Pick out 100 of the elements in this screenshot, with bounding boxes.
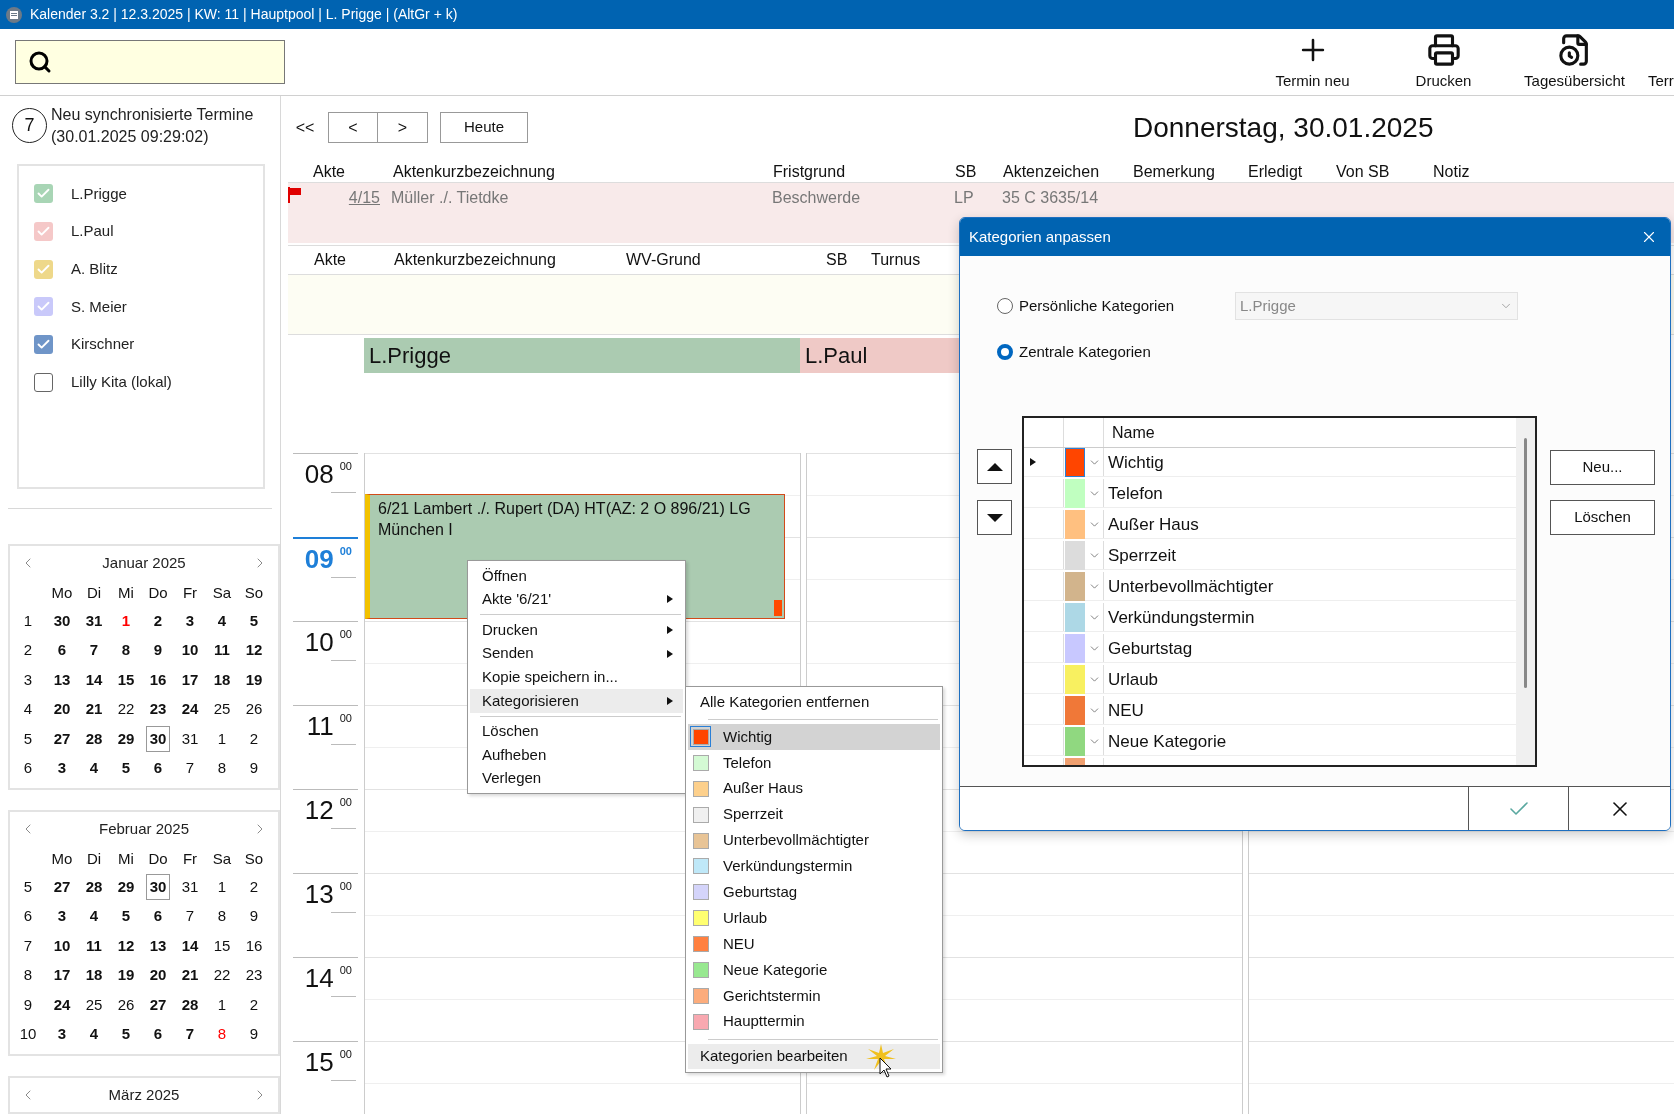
category-menu-item[interactable]: Geburtstag bbox=[688, 879, 940, 906]
toolbar-button[interactable]: Drucken bbox=[1378, 29, 1509, 95]
calendar-day[interactable]: 11 bbox=[210, 637, 234, 664]
color-swatch[interactable] bbox=[1065, 727, 1085, 756]
calendar-day[interactable]: 3 bbox=[53, 903, 71, 930]
search-field[interactable] bbox=[15, 40, 285, 84]
calendar-day[interactable]: 30 bbox=[145, 725, 171, 752]
dialog-button[interactable]: Löschen bbox=[1550, 500, 1655, 535]
calendar-day[interactable]: 23 bbox=[241, 962, 267, 989]
first-page-button[interactable]: << bbox=[288, 112, 322, 143]
file-link[interactable]: 4/15 bbox=[308, 186, 388, 210]
calendar-day[interactable]: 31 bbox=[177, 873, 203, 900]
today-button[interactable]: Heute bbox=[440, 112, 528, 143]
calendar-day[interactable]: 17 bbox=[49, 962, 75, 989]
category-menu-item[interactable]: Urlaub bbox=[688, 905, 940, 932]
calendar-day[interactable]: 29 bbox=[113, 725, 139, 752]
calendar-day[interactable]: 5 bbox=[117, 1021, 135, 1048]
calendar-day[interactable]: 20 bbox=[49, 696, 75, 723]
calendar-day[interactable]: 28 bbox=[81, 873, 107, 900]
calendar-day[interactable]: 15 bbox=[209, 932, 235, 959]
category-name[interactable]: Geburtstag bbox=[1104, 634, 1193, 662]
calendar-day[interactable]: 13 bbox=[49, 666, 75, 693]
calendar-day[interactable]: 22 bbox=[209, 962, 235, 989]
calendar-day[interactable]: 24 bbox=[177, 696, 203, 723]
calendar-day[interactable]: 7 bbox=[181, 755, 199, 782]
calendar-day[interactable]: 18 bbox=[209, 666, 235, 693]
category-name[interactable]: Urlaub bbox=[1104, 665, 1159, 693]
calendar-day[interactable]: 6 bbox=[149, 755, 167, 782]
color-swatch[interactable] bbox=[1065, 479, 1085, 508]
calendar-day[interactable]: 27 bbox=[49, 725, 75, 752]
calendar-day[interactable]: 8 bbox=[117, 637, 135, 664]
calendar-day[interactable]: 29 bbox=[113, 873, 139, 900]
calendar-day[interactable]: 11 bbox=[82, 932, 106, 959]
calendar-day[interactable]: 19 bbox=[241, 666, 267, 693]
category-name[interactable]: Sperrzeit bbox=[1104, 541, 1177, 569]
user-checkbox[interactable] bbox=[34, 297, 53, 317]
category-name[interactable]: Außer Haus bbox=[1104, 510, 1199, 538]
calendar-day[interactable]: 8 bbox=[213, 755, 231, 782]
calendar-day[interactable]: 14 bbox=[81, 666, 107, 693]
previous-button[interactable]: < bbox=[328, 112, 378, 143]
category-name[interactable]: Wichtig bbox=[1104, 448, 1164, 476]
calendar-day[interactable]: 2 bbox=[245, 873, 263, 900]
calendar-day[interactable]: 9 bbox=[149, 637, 167, 664]
menu-item[interactable]: Alle Kategorien entfernen bbox=[688, 690, 940, 715]
category-name[interactable]: Neue Kategorie bbox=[1104, 727, 1227, 755]
category-menu-item[interactable]: Unterbevollmächtigter bbox=[688, 827, 940, 854]
calendar-day[interactable]: 25 bbox=[81, 991, 107, 1018]
color-swatch[interactable] bbox=[1065, 510, 1085, 539]
calendar-day[interactable]: 1 bbox=[213, 873, 231, 900]
category-name[interactable]: Unterbevollmächtigter bbox=[1104, 572, 1274, 600]
calendar-day[interactable]: 26 bbox=[113, 991, 139, 1018]
calendar-day[interactable]: 2 bbox=[245, 991, 263, 1018]
radio-button[interactable] bbox=[997, 298, 1013, 314]
calendar-day[interactable]: 4 bbox=[85, 755, 103, 782]
toolbar-button[interactable]: Termin neu bbox=[1247, 29, 1378, 95]
calendar-day[interactable]: 20 bbox=[145, 962, 171, 989]
category-name[interactable]: Telefon bbox=[1104, 479, 1163, 507]
menu-item[interactable]: Kategorien bearbeiten bbox=[688, 1043, 940, 1069]
calendar-day[interactable]: 5 bbox=[245, 607, 263, 634]
calendar-day[interactable]: 31 bbox=[81, 607, 107, 634]
color-swatch[interactable] bbox=[1065, 696, 1085, 725]
calendar-day[interactable]: 3 bbox=[53, 755, 71, 782]
category-menu-item[interactable]: Haupttermin bbox=[688, 1008, 940, 1035]
scrollbar[interactable] bbox=[1516, 418, 1535, 765]
calendar-day[interactable]: 16 bbox=[145, 666, 171, 693]
user-checkbox[interactable] bbox=[34, 372, 53, 392]
calendar-day[interactable]: 18 bbox=[81, 962, 107, 989]
calendar-day[interactable]: 12 bbox=[241, 637, 267, 664]
color-swatch[interactable] bbox=[1065, 665, 1085, 694]
calendar-day[interactable]: 26 bbox=[241, 696, 267, 723]
calendar-day[interactable]: 15 bbox=[113, 666, 139, 693]
category-name[interactable]: Verkündungstermin bbox=[1104, 603, 1255, 631]
user-checkbox[interactable] bbox=[34, 259, 53, 279]
menu-item[interactable]: Verlegen bbox=[470, 766, 683, 791]
calendar-day[interactable]: 3 bbox=[181, 607, 199, 634]
toolbar-button[interactable]: Terr bbox=[1640, 29, 1674, 95]
calendar-day[interactable]: 6 bbox=[53, 637, 71, 664]
category-menu-item[interactable]: Telefon bbox=[688, 749, 940, 776]
menu-item[interactable]: Akte '6/21' bbox=[470, 587, 683, 612]
calendar-day[interactable]: 8 bbox=[213, 1021, 231, 1048]
calendar-day[interactable]: 7 bbox=[85, 637, 103, 664]
menu-item[interactable]: Senden bbox=[470, 641, 683, 666]
move-down-button[interactable] bbox=[977, 500, 1012, 535]
calendar-day[interactable]: 9 bbox=[245, 903, 263, 930]
calendar-day[interactable]: 3 bbox=[53, 1021, 71, 1048]
calendar-day[interactable]: 23 bbox=[145, 696, 171, 723]
calendar-day[interactable]: 30 bbox=[49, 607, 75, 634]
calendar-day[interactable]: 24 bbox=[49, 991, 75, 1018]
radio-button[interactable] bbox=[997, 344, 1013, 360]
menu-item[interactable]: Kopie speichern in... bbox=[470, 665, 683, 689]
color-swatch[interactable] bbox=[1065, 634, 1085, 663]
user-checkbox[interactable] bbox=[34, 184, 53, 204]
calendar-day[interactable]: 6 bbox=[149, 903, 167, 930]
calendar-day[interactable]: 1 bbox=[213, 991, 231, 1018]
calendar-day[interactable]: 21 bbox=[81, 696, 107, 723]
user-checkbox[interactable] bbox=[34, 222, 53, 242]
calendar-day[interactable]: 28 bbox=[177, 991, 203, 1018]
calendar-day[interactable]: 4 bbox=[213, 607, 231, 634]
menu-item[interactable]: Aufheben bbox=[470, 743, 683, 767]
dialog-button[interactable]: Neu... bbox=[1550, 450, 1655, 485]
